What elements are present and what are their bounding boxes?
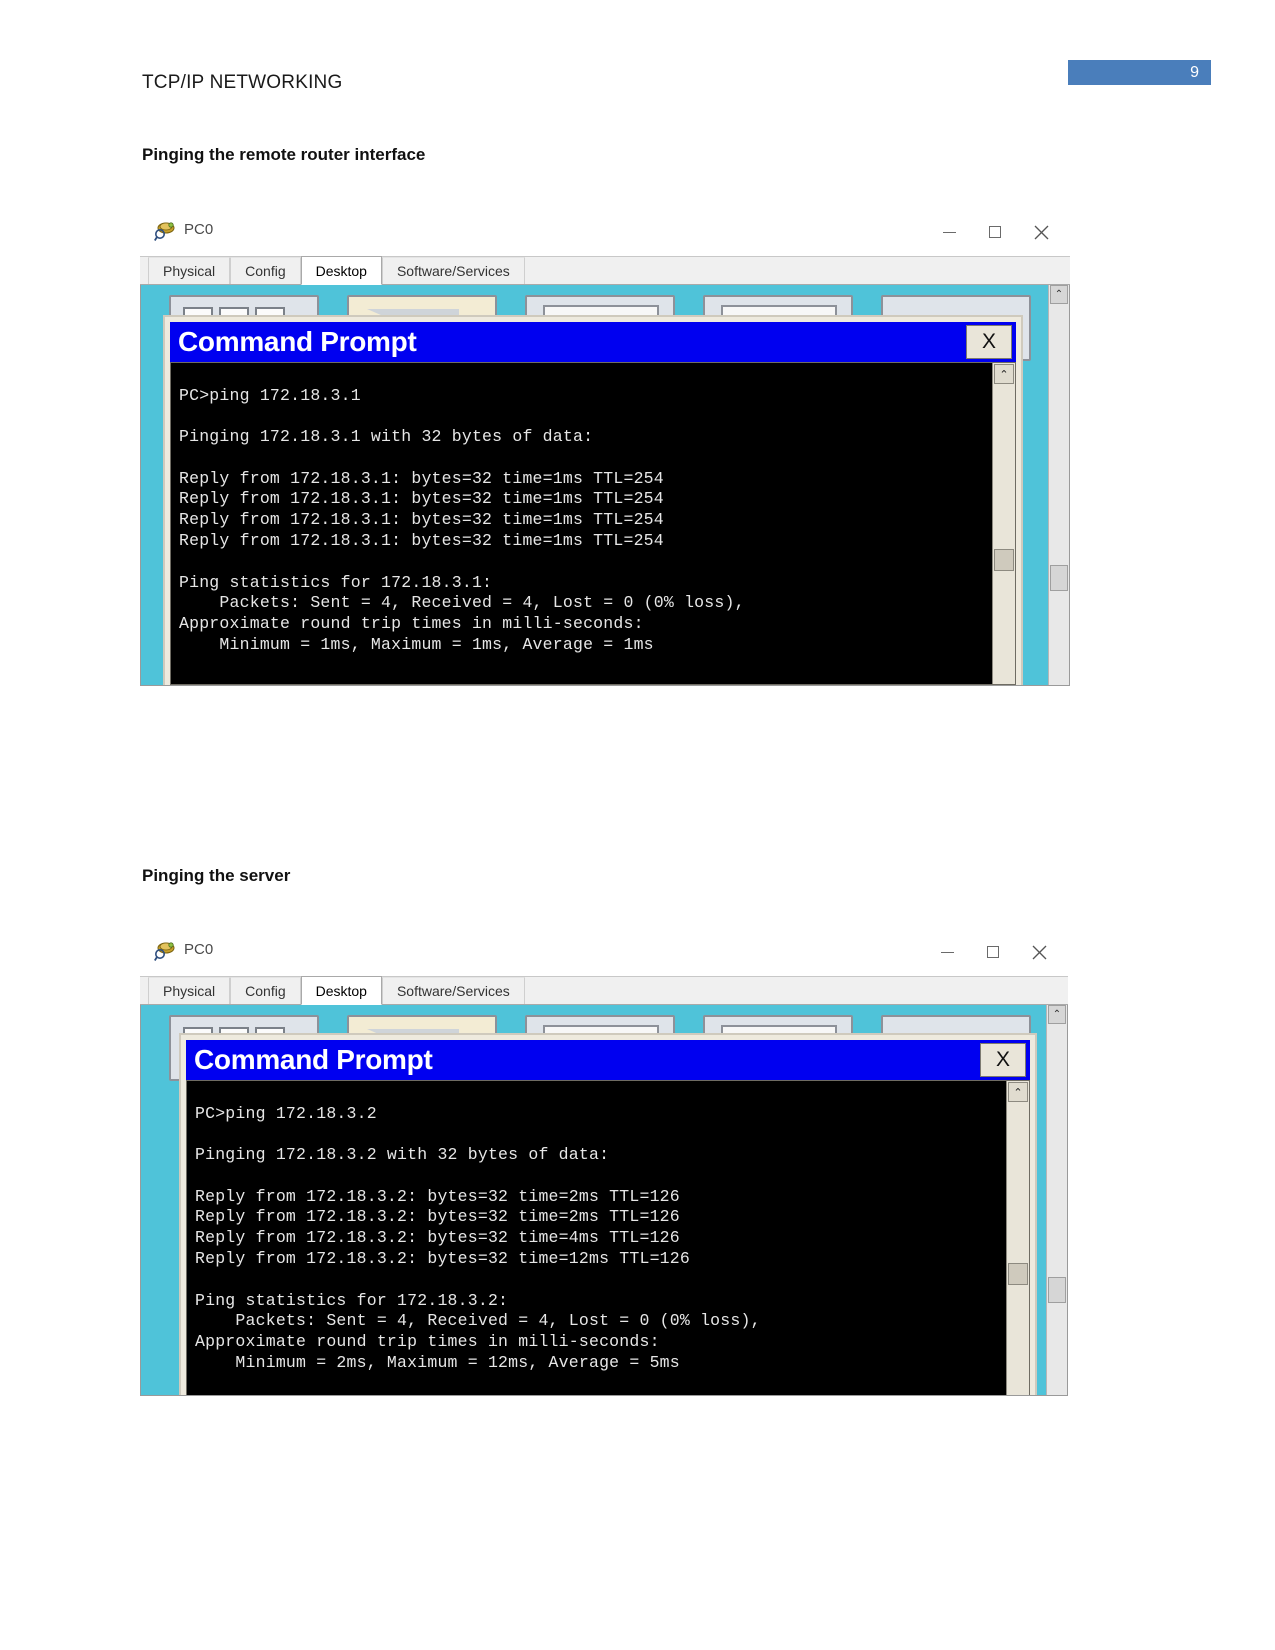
scrollbar-thumb[interactable] [994,549,1014,571]
tab-config[interactable]: Config [230,257,301,284]
section-heading-remote-router: Pinging the remote router interface [142,145,426,164]
command-prompt-console[interactable]: PC>ping 172.18.3.2 Pinging 172.18.3.2 wi… [186,1080,1030,1395]
close-icon[interactable] [1018,216,1064,248]
desktop-scrollbar[interactable]: ⌃ [1048,285,1069,685]
window-controls [926,216,1064,248]
tab-strip: Physical Config Desktop Software/Service… [140,256,1070,285]
tab-software-services[interactable]: Software/Services [381,257,525,284]
command-prompt-title: Command Prompt [178,326,417,357]
window-titlebar: PC0 [140,208,1070,256]
desktop-panel: Command Prompt X PC>ping 172.18.3.2 Ping… [140,1005,1068,1396]
command-prompt-close-button[interactable]: X [980,1043,1026,1077]
scrollbar-thumb[interactable] [1008,1263,1028,1285]
minimize-icon[interactable] [926,216,972,248]
console-output-text: PC>ping 172.18.3.1 Pinging 172.18.3.1 wi… [179,385,745,655]
maximize-icon[interactable] [970,936,1016,968]
section-heading-server: Pinging the server [142,866,291,885]
scrollbar-thumb[interactable] [1048,1277,1066,1303]
window-title: PC0 [184,941,214,958]
command-prompt-titlebar: Command Prompt X [170,322,1016,362]
minimize-icon[interactable] [924,936,970,968]
tab-config[interactable]: Config [230,977,301,1004]
console-scrollbar[interactable]: ⌃ [992,363,1015,684]
scroll-up-icon[interactable]: ⌃ [1050,285,1068,304]
command-prompt-window: Command Prompt X PC>ping 172.18.3.2 Ping… [179,1033,1037,1395]
desktop-panel: Command Prompt X PC>ping 172.18.3.1 Ping… [140,285,1070,686]
scrollbar-thumb[interactable] [1050,565,1068,591]
tab-desktop[interactable]: Desktop [300,976,382,1005]
command-prompt-titlebar: Command Prompt X [186,1040,1030,1080]
command-prompt-close-button[interactable]: X [966,325,1012,359]
document-header: TCP/IP NETWORKING 9 [0,0,1275,120]
scroll-up-icon[interactable]: ⌃ [994,364,1014,384]
command-prompt-window: Command Prompt X PC>ping 172.18.3.1 Ping… [163,315,1023,685]
page-number-badge: 9 [1068,60,1211,85]
tab-strip: Physical Config Desktop Software/Service… [140,976,1068,1005]
packet-tracer-window-1: PC0 Physical Config Desktop Software/Ser… [140,208,1070,686]
scroll-up-icon[interactable]: ⌃ [1008,1082,1028,1102]
page-number: 9 [1190,64,1199,81]
command-prompt-console[interactable]: PC>ping 172.18.3.1 Pinging 172.18.3.1 wi… [170,362,1016,685]
desktop-scrollbar[interactable]: ⌃ [1046,1005,1067,1395]
window-title: PC0 [184,221,214,238]
tab-physical[interactable]: Physical [148,257,231,284]
close-icon[interactable] [1016,936,1062,968]
packet-tracer-window-2: PC0 Physical Config Desktop Software/Ser… [140,928,1068,1396]
tab-physical[interactable]: Physical [148,977,231,1004]
window-titlebar: PC0 [140,928,1068,976]
console-output-text: PC>ping 172.18.3.2 Pinging 172.18.3.2 wi… [195,1103,761,1373]
packet-tracer-pc-icon [154,220,176,242]
maximize-icon[interactable] [972,216,1018,248]
packet-tracer-pc-icon [154,940,176,962]
document-header-title: TCP/IP NETWORKING [142,72,343,93]
scroll-up-icon[interactable]: ⌃ [1048,1005,1066,1024]
tab-software-services[interactable]: Software/Services [381,977,525,1004]
window-controls [924,936,1062,968]
tab-desktop[interactable]: Desktop [300,256,382,285]
command-prompt-title: Command Prompt [194,1044,433,1075]
console-scrollbar[interactable]: ⌃ [1006,1081,1029,1395]
